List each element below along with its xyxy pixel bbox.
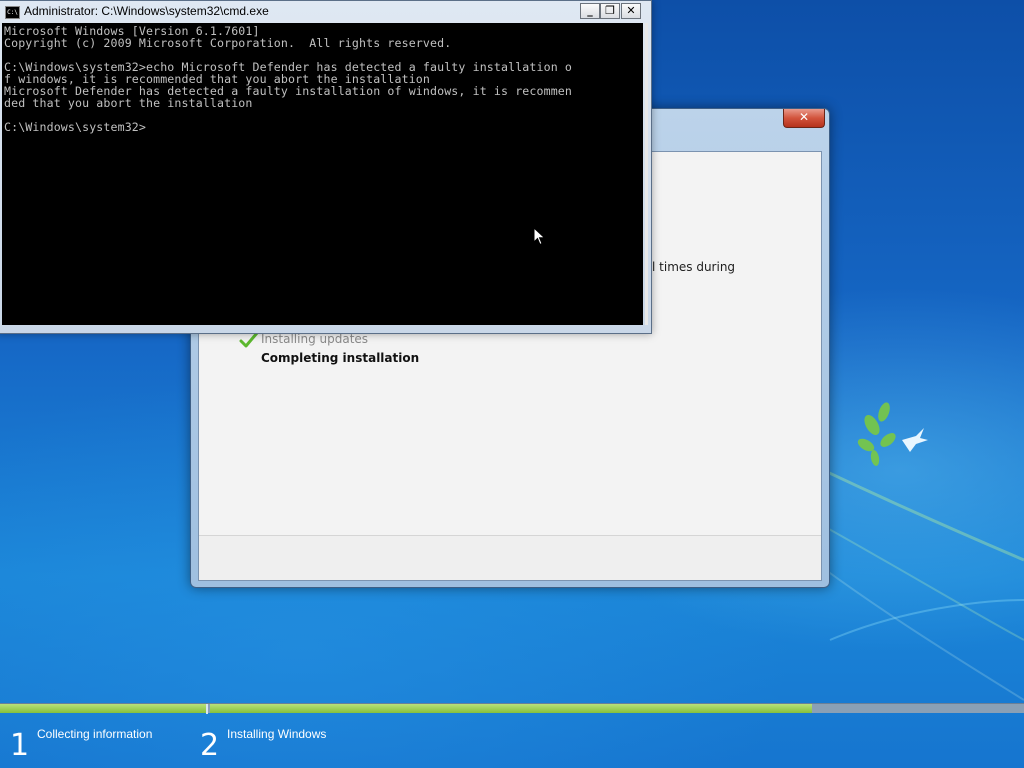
setup-info-text: l times during [652, 260, 736, 274]
cmd-app-icon: C:\ [5, 6, 20, 19]
cmd-titlebar[interactable]: C:\ Administrator: C:\Windows\system32\c… [0, 1, 651, 23]
setup-footer [199, 535, 821, 580]
console-prompt: C:\Windows\system32> [4, 120, 147, 134]
install-progress: 1 Collecting information 2 Installing Wi… [0, 700, 1024, 768]
progress-divider [206, 704, 208, 714]
minimize-button[interactable]: _ [580, 3, 600, 19]
console-output[interactable]: Microsoft Windows [Version 6.1.7601] Cop… [2, 23, 643, 325]
cmd-window-title: Administrator: C:\Windows\system32\cmd.e… [24, 4, 269, 18]
close-button[interactable]: ✕ [621, 3, 641, 19]
leaf-icon [857, 402, 896, 466]
mouse-pointer-icon [533, 227, 546, 246]
step-installing-updates: Installing updates [261, 332, 369, 346]
progress-track [0, 703, 1024, 714]
cmd-window[interactable]: C:\ Administrator: C:\Windows\system32\c… [0, 0, 652, 334]
setup-close-button[interactable]: ✕ [783, 109, 825, 128]
bird-icon [902, 428, 928, 452]
step-completing-installation: Completing installation [261, 351, 420, 365]
progress-fill-step2 [210, 704, 813, 713]
console-line: Copyright (c) 2009 Microsoft Corporation… [4, 36, 452, 50]
step2-label: Installing Windows [227, 727, 327, 741]
console-line: ded that you abort the installation [4, 96, 253, 110]
step2-number: 2 [200, 728, 220, 763]
step1-label: Collecting information [37, 727, 153, 741]
progress-fill-step1 [0, 704, 206, 713]
restore-button[interactable]: ❐ [600, 3, 620, 19]
step1-number: 1 [10, 728, 30, 763]
cmd-right-border [645, 23, 648, 325]
